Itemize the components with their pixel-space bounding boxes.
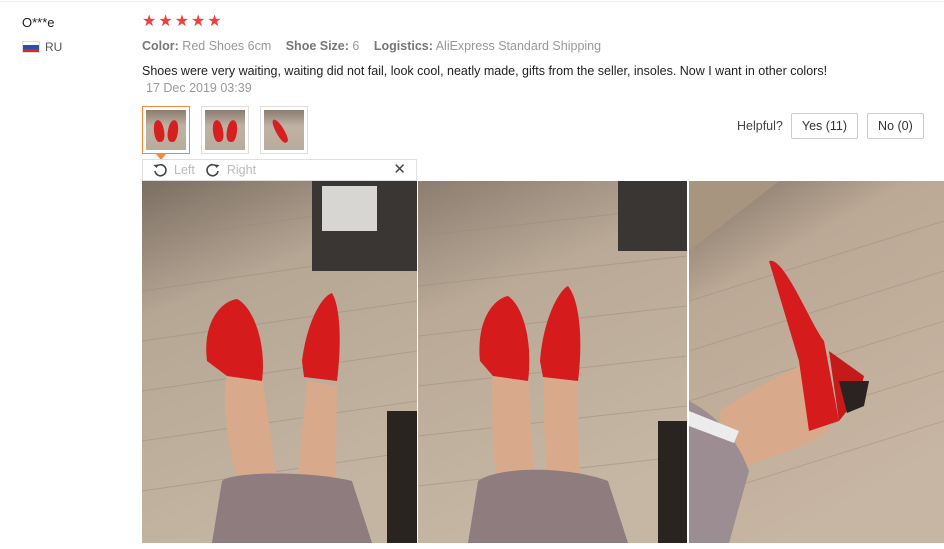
- rotate-right-icon: [206, 163, 220, 177]
- thumbnail-2[interactable]: [201, 106, 249, 154]
- top-divider: [0, 1, 944, 2]
- photo-thumbnails: [142, 106, 308, 154]
- reviewer-name: O***e: [22, 15, 55, 30]
- rotate-left-control[interactable]: Left: [152, 162, 195, 178]
- helpful-voting: Helpful? Yes (11) No (0): [737, 113, 933, 139]
- rotate-right-label: Right: [226, 163, 257, 177]
- attr-key: Logistics:: [373, 39, 433, 53]
- star-icon: ★: [191, 13, 206, 30]
- review-photo-1[interactable]: [142, 181, 417, 543]
- helpful-no-button[interactable]: No (0): [867, 113, 924, 139]
- helpful-label: Helpful?: [737, 119, 783, 133]
- photo-2-image: [418, 181, 687, 543]
- review-photo-2[interactable]: [418, 181, 687, 543]
- close-icon[interactable]: ✕: [393, 162, 406, 178]
- attr-key: Color:: [142, 39, 179, 53]
- reviewer-country: RU: [22, 40, 62, 54]
- review-text: Shoes were very waiting, waiting did not…: [142, 64, 828, 78]
- attr-key: Shoe Size:: [285, 39, 349, 53]
- russia-flag-icon: [22, 41, 40, 53]
- review-photo-3[interactable]: [689, 181, 944, 543]
- thumbnail-1[interactable]: [142, 106, 190, 154]
- attr-value: Red Shoes 6cm: [182, 39, 272, 53]
- rotate-left-icon: [153, 163, 167, 177]
- rotate-left-label: Left: [174, 163, 195, 177]
- star-icon: ★: [174, 13, 190, 30]
- thumbnail-3[interactable]: [260, 106, 308, 154]
- star-rating: ★ ★ ★ ★ ★: [142, 13, 222, 31]
- photo-3-image: [689, 181, 944, 543]
- helpful-yes-button[interactable]: Yes (11): [790, 113, 859, 139]
- rotate-right-control[interactable]: Right: [205, 162, 256, 178]
- photo-1-image: [142, 181, 417, 543]
- country-code: RU: [45, 40, 63, 54]
- star-icon: ★: [158, 13, 173, 30]
- review-date: 17 Dec 2019 03:39: [146, 81, 252, 95]
- star-icon: ★: [142, 13, 157, 30]
- image-viewer-toolbar: Left Right ✕: [142, 159, 417, 181]
- review-body: Shoes were very waiting, waiting did not…: [142, 63, 842, 97]
- star-icon: ★: [207, 13, 222, 30]
- attr-value: 6: [352, 39, 360, 53]
- order-attributes: Color: Red Shoes 6cm Shoe Size: 6 Logist…: [142, 39, 612, 53]
- attr-value: AliExpress Standard Shipping: [435, 39, 602, 53]
